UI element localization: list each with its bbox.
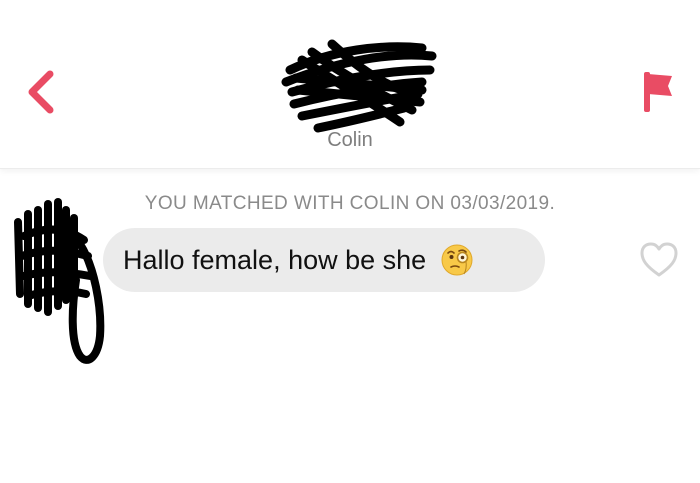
flag-icon: [644, 72, 672, 112]
back-button[interactable]: [20, 68, 64, 116]
like-message-button[interactable]: [638, 240, 680, 280]
chat-header: Colin: [0, 0, 700, 169]
message-bubble[interactable]: Hallo female, how be she: [103, 228, 545, 292]
chevron-left-icon: [28, 70, 54, 114]
heart-outline-icon: [640, 242, 678, 277]
match-name: Colin: [327, 129, 373, 151]
message-text: Hallo female, how be she: [123, 244, 427, 275]
face-with-monocle-icon: [441, 244, 473, 276]
redacted-sender-avatar[interactable]: [6, 196, 110, 372]
redacted-avatar-scribble[interactable]: [272, 30, 442, 140]
report-flag-button[interactable]: [636, 68, 680, 116]
